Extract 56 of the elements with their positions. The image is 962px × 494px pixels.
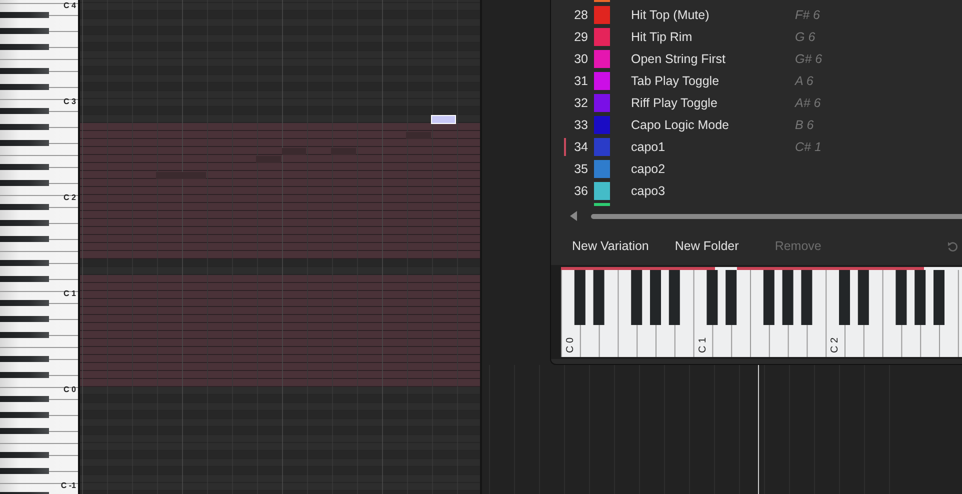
octave-label: C 0 [565,337,576,353]
octave-label: C 4 [64,1,76,10]
toolbar-button[interactable]: New Folder [674,239,739,253]
note-name: A 6 [795,74,814,88]
mapping-name[interactable]: capo1 [631,140,795,154]
row-number: 30 [573,52,588,66]
mapping-name[interactable]: Capo Logic Mode [631,118,795,132]
mapping-name[interactable]: Tab Play Toggle [631,74,795,88]
mapping-name[interactable]: Hit Top (Mute) [631,8,795,22]
row-number: 35 [573,162,588,176]
note-block[interactable] [156,172,206,179]
color-swatch[interactable] [594,138,610,156]
mapping-name[interactable]: capo3 [631,184,795,198]
row-number: 32 [573,96,588,110]
note-block[interactable] [282,148,306,155]
octave-label: C 2 [64,193,76,202]
octave-label: C 0 [64,385,76,394]
octave-label: C 3 [64,97,76,106]
octave-label: C -1 [60,481,76,490]
mapping-name[interactable]: capo2 [631,162,795,176]
note-block[interactable] [256,156,281,163]
color-swatch[interactable] [594,6,610,24]
scrollbar-thumb[interactable] [591,214,962,218]
octave-label: C 2 [830,337,841,353]
note-name: G# 6 [795,52,822,66]
mapping-name[interactable]: Open String First [631,52,795,66]
row-number: 36 [573,184,588,198]
mapping-name[interactable]: Riff Play Toggle [631,96,795,110]
row-number: 31 [573,74,588,88]
octave-label: C 1 [697,337,708,353]
scroll-left-icon[interactable] [570,211,578,221]
note-name: C# 1 [795,140,822,154]
octave-label: C 1 [64,289,76,298]
note-name: G 6 [795,30,816,44]
color-swatch[interactable] [594,28,610,46]
color-swatch[interactable] [594,182,610,200]
mapping-name[interactable]: Hit Tip Rim [631,30,795,44]
note-name: A# 6 [795,96,821,110]
note-name: B 6 [795,118,814,132]
note-block[interactable] [406,132,431,139]
row-number: 28 [573,8,588,22]
row-number: 33 [573,118,588,132]
color-swatch[interactable] [594,116,610,134]
toolbar-button[interactable]: New Variation [572,239,649,253]
note-name: F# 6 [795,8,820,22]
color-swatch[interactable] [594,160,610,178]
undo-icon[interactable] [947,240,958,252]
note-block[interactable] [331,148,356,155]
row-number: 34 [573,140,588,154]
keyboard-drawing[interactable]: C 0 C 1 C 2 [561,267,962,357]
row-marker [564,138,566,156]
color-swatch[interactable] [594,50,610,68]
selected-note-block[interactable] [431,115,456,124]
row-number: 29 [573,30,588,44]
color-swatch[interactable] [594,94,610,112]
color-swatch[interactable] [594,72,610,90]
